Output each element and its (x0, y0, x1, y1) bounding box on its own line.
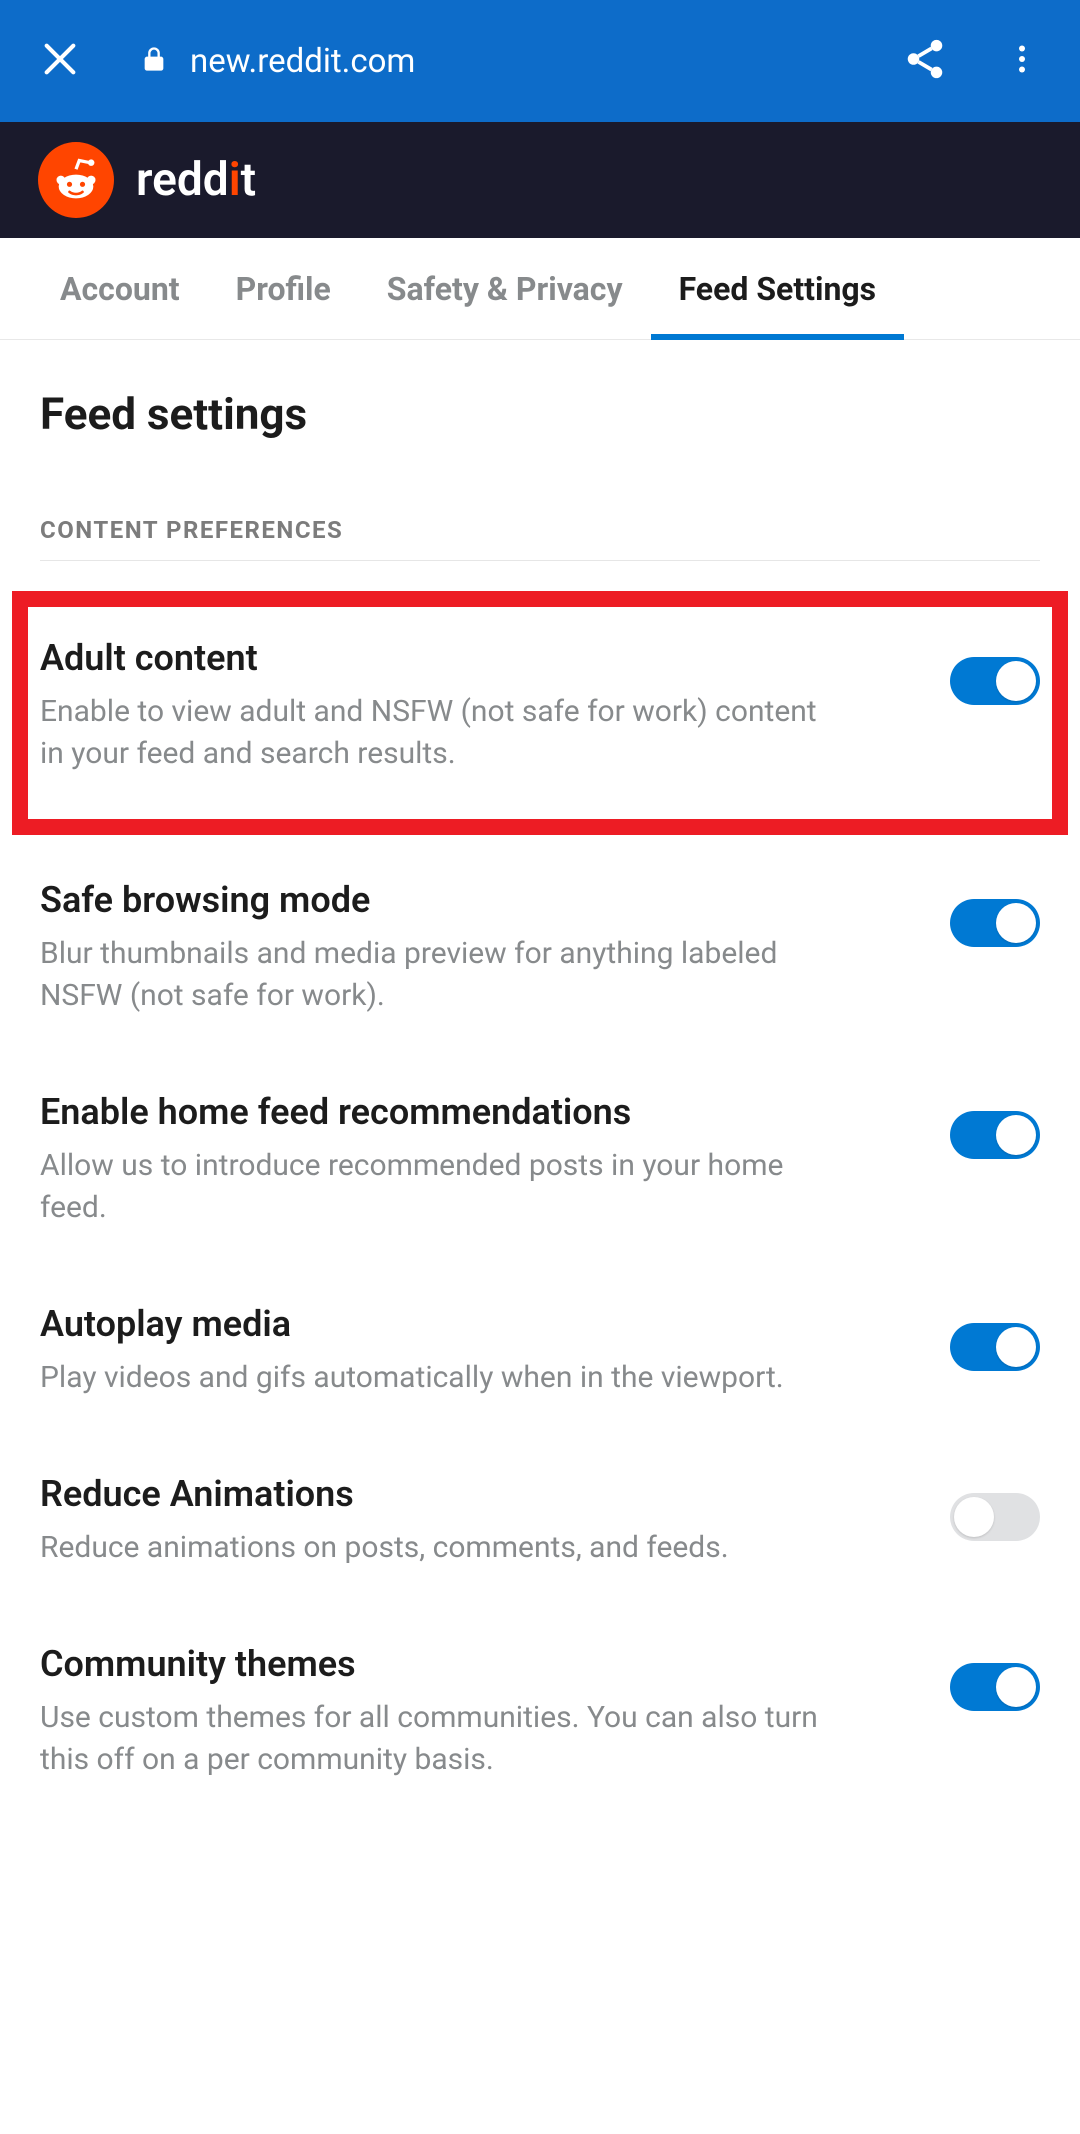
setting-adult-content: Adult content Enable to view adult and N… (40, 637, 1040, 775)
setting-home-recs: Enable home feed recommendations Allow u… (40, 1091, 1040, 1229)
url-text[interactable]: new.reddit.com (190, 42, 902, 81)
setting-autoplay: Autoplay media Play videos and gifs auto… (40, 1303, 1040, 1399)
toggle-community-themes[interactable] (950, 1663, 1040, 1711)
setting-desc: Enable to view adult and NSFW (not safe … (40, 691, 840, 775)
toggle-adult-content[interactable] (950, 657, 1040, 705)
close-icon[interactable] (40, 39, 80, 83)
setting-safe-browsing: Safe browsing mode Blur thumbnails and m… (40, 879, 1040, 1017)
setting-desc: Play videos and gifs automatically when … (40, 1357, 840, 1399)
reddit-wordmark[interactable]: reddit (136, 153, 256, 207)
setting-title: Enable home feed recommendations (40, 1091, 910, 1133)
section-label: CONTENT PREFERENCES (40, 516, 1040, 561)
setting-title: Safe browsing mode (40, 879, 910, 921)
tab-feed-settings[interactable]: Feed Settings (651, 238, 905, 339)
more-icon[interactable] (1004, 41, 1040, 81)
wordmark-part: redd (136, 153, 229, 207)
browser-bar: new.reddit.com (0, 0, 1080, 122)
tab-profile[interactable]: Profile (208, 238, 359, 339)
reddit-header: reddit (0, 122, 1080, 238)
tab-account[interactable]: Account (32, 238, 208, 339)
setting-title: Reduce Animations (40, 1473, 910, 1515)
setting-desc: Allow us to introduce recommended posts … (40, 1145, 840, 1229)
setting-title: Adult content (40, 637, 910, 679)
page-title: Feed settings (40, 388, 1040, 440)
content-area: Feed settings CONTENT PREFERENCES Adult … (0, 340, 1080, 1781)
reddit-logo-icon[interactable] (38, 142, 114, 218)
setting-title: Community themes (40, 1643, 910, 1685)
setting-desc: Reduce animations on posts, comments, an… (40, 1527, 840, 1569)
toggle-reduce-animations[interactable] (950, 1493, 1040, 1541)
tabs-bar: Account Profile Safety & Privacy Feed Se… (0, 238, 1080, 340)
toggle-home-recs[interactable] (950, 1111, 1040, 1159)
wordmark-dot: i (229, 153, 241, 207)
lock-icon (140, 45, 168, 77)
highlight-box: Adult content Enable to view adult and N… (12, 591, 1068, 835)
share-icon[interactable] (902, 36, 948, 86)
wordmark-part: t (241, 153, 256, 207)
setting-desc: Use custom themes for all communities. Y… (40, 1697, 840, 1781)
setting-title: Autoplay media (40, 1303, 910, 1345)
setting-reduce-animations: Reduce Animations Reduce animations on p… (40, 1473, 1040, 1569)
setting-desc: Blur thumbnails and media preview for an… (40, 933, 840, 1017)
tab-safety[interactable]: Safety & Privacy (359, 238, 651, 339)
toggle-safe-browsing[interactable] (950, 899, 1040, 947)
toggle-autoplay[interactable] (950, 1323, 1040, 1371)
setting-community-themes: Community themes Use custom themes for a… (40, 1643, 1040, 1781)
